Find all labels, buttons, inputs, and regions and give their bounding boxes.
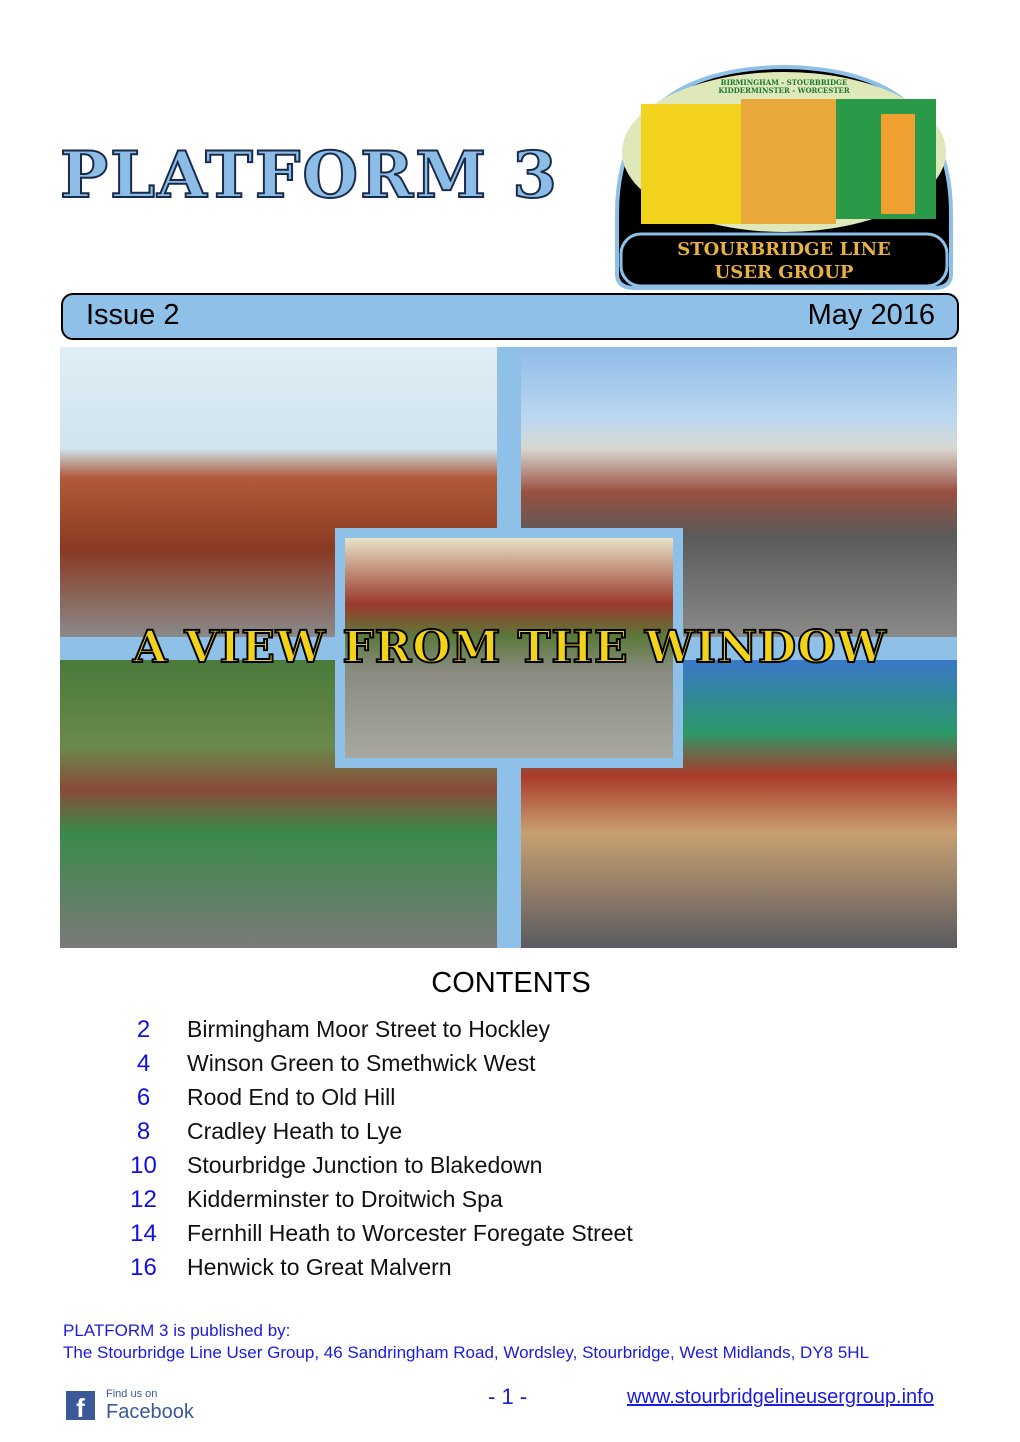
facebook-icon: f bbox=[66, 1390, 95, 1420]
contents-item: 8 Cradley Heath to Lye bbox=[100, 1118, 633, 1152]
page-number: - 1 - bbox=[488, 1384, 528, 1409]
contents-title: Stourbridge Junction to Blakedown bbox=[187, 1152, 543, 1178]
contents-item: 2 Birmingham Moor Street to Hockley bbox=[100, 1016, 633, 1050]
contents-page: 8 bbox=[136, 1118, 151, 1145]
publisher-info: PLATFORM 3 is published by: The Stourbri… bbox=[63, 1320, 869, 1364]
slug-logo: BIRMINGHAM - STOURBRIDGE KIDDERMINSTER -… bbox=[615, 64, 953, 290]
page: PLATFORM 3 BIRMINGHAM - STOURBRIDGE KIDD… bbox=[0, 0, 1020, 1442]
contents-item: 14 Fernhill Heath to Worcester Foregate S… bbox=[100, 1220, 633, 1254]
contents-page: 10 bbox=[130, 1152, 157, 1179]
contents-item: 4 Winson Green to Smethwick West bbox=[100, 1050, 633, 1084]
contents-page: 4 bbox=[136, 1050, 151, 1077]
publisher-address: The Stourbridge Line User Group, 46 Sand… bbox=[63, 1343, 870, 1362]
contents-heading: CONTENTS bbox=[431, 967, 591, 999]
contents-title: Rood End to Old Hill bbox=[187, 1084, 396, 1110]
contents-page: 6 bbox=[136, 1084, 151, 1111]
facebook-text: Facebook bbox=[106, 1401, 194, 1423]
contents-title: Henwick to Great Malvern bbox=[187, 1254, 452, 1280]
contents-title: Fernhill Heath to Worcester Foregate Str… bbox=[187, 1220, 633, 1246]
facebook-badge[interactable]: f Find us on Facebook bbox=[66, 1387, 194, 1423]
issue-bar: Issue 2 May 2016 bbox=[61, 293, 959, 340]
contents-page: 12 bbox=[130, 1186, 157, 1213]
contents-list: 2 Birmingham Moor Street to Hockley 4 Wins… bbox=[100, 1016, 633, 1288]
cover-banner: A VIEW FROM THE WINDOW bbox=[132, 621, 887, 674]
facebook-small-text: Find us on bbox=[106, 1388, 158, 1400]
website-link[interactable]: www.stourbridgelineusergroup.info bbox=[627, 1386, 934, 1409]
contents-title: Kidderminster to Droitwich Spa bbox=[187, 1186, 503, 1212]
contents-item: 16 Henwick to Great Malvern bbox=[100, 1254, 633, 1288]
contents-title: Birmingham Moor Street to Hockley bbox=[187, 1016, 551, 1042]
contents-item: 10 Stourbridge Junction to Blakedown bbox=[100, 1152, 633, 1186]
logo-top-line2: KIDDERMINSTER - WORCESTER bbox=[718, 86, 850, 95]
newsletter-title: PLATFORM 3 bbox=[59, 137, 559, 214]
contents-item: 12 Kidderminster to Droitwich Spa bbox=[100, 1186, 633, 1220]
issue-number: Issue 2 bbox=[86, 299, 180, 331]
contents-page: 16 bbox=[130, 1254, 157, 1281]
published-by-label: PLATFORM 3 is published by: bbox=[63, 1321, 291, 1340]
contents-title: Winson Green to Smethwick West bbox=[187, 1050, 536, 1076]
contents-title: Cradley Heath to Lye bbox=[187, 1118, 403, 1144]
contents-item: 6 Rood End to Old Hill bbox=[100, 1084, 633, 1118]
issue-date: May 2016 bbox=[807, 299, 935, 331]
logo-name-line1: STOURBRIDGE LINE bbox=[677, 239, 891, 260]
contents-page: 14 bbox=[130, 1220, 157, 1247]
contents-page: 2 bbox=[136, 1016, 151, 1043]
logo-name-line2: USER GROUP bbox=[715, 262, 854, 283]
